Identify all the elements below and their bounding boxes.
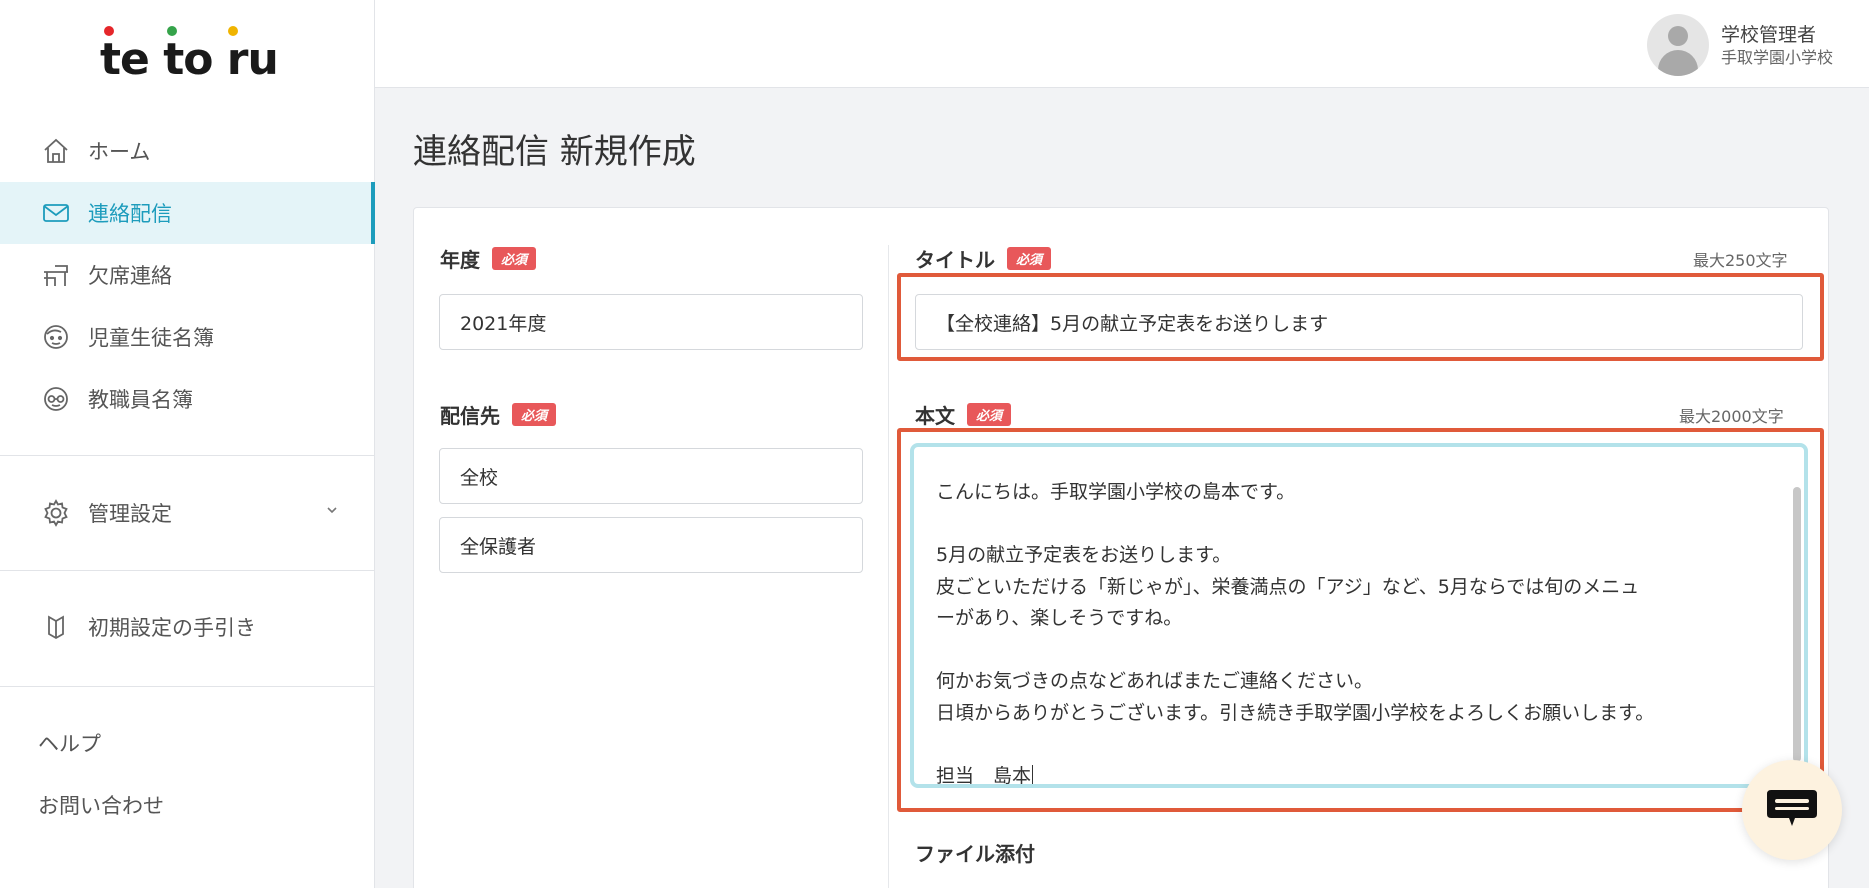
logo-text: te to ru [100,34,279,85]
sidebar-item-absence[interactable]: 欠席連絡 [0,244,375,306]
top-header: 学校管理者 手取学園小学校 [375,0,1869,88]
user-menu[interactable]: 学校管理者 手取学園小学校 [1646,14,1833,76]
sidebar-item-admin-settings[interactable]: 管理設定 [0,482,375,544]
required-badge: 必須 [967,403,1012,426]
gear-icon [40,497,72,529]
recipient-field[interactable]: 全校 [439,448,863,504]
sidebar-item-students[interactable]: 児童生徒名簿 [0,306,375,368]
recipient-field[interactable]: 全保護者 [439,517,863,573]
year-label-text: 年度 [440,248,480,272]
sidebar-item-label: 教職員名簿 [88,388,193,412]
mail-icon [40,197,72,229]
year-select[interactable]: 2021年度 [439,294,863,350]
sidebar-item-staff[interactable]: 教職員名簿 [0,368,375,430]
sidebar-item-setup-guide[interactable]: 初期設定の手引き [0,596,375,658]
user-school: 手取学園小学校 [1720,48,1833,67]
sidebar: te to ru ホーム 連絡配信 欠席連絡 児童生徒名簿 教職員名簿 管理設定… [0,0,375,888]
sidebar-item-home[interactable]: ホーム [0,120,375,182]
page-title: 連絡配信 新規作成 [413,132,696,172]
required-badge: 必須 [492,247,537,270]
sidebar-item-label: 欠席連絡 [88,264,172,288]
avatar-body [1657,50,1698,76]
home-icon [40,135,72,167]
column-divider [888,245,889,888]
title-label-text: タイトル [915,248,995,272]
chat-button[interactable] [1742,760,1842,860]
book-icon [40,611,72,643]
sidebar-divider [0,455,375,456]
recipients-label: 配信先 必須 [440,400,557,429]
body-highlight-box [897,428,1824,812]
year-label: 年度 必須 [440,244,537,273]
user-info: 学校管理者 手取学園小学校 [1721,22,1833,68]
title-label: タイトル 必須 [915,244,1052,273]
recipients-label-text: 配信先 [440,404,500,428]
chevron-down-icon [325,502,339,521]
sidebar-item-label: 児童生徒名簿 [88,326,214,350]
sidebar-item-label: 連絡配信 [88,202,172,226]
required-badge: 必須 [512,403,557,426]
teacher-face-icon [40,383,72,415]
avatar [1646,14,1709,76]
user-name: 学校管理者 [1720,24,1816,46]
help-link[interactable]: ヘルプ [38,728,101,758]
school-desk-icon [40,259,72,291]
body-label-text: 本文 [915,404,955,428]
sidebar-divider [0,570,375,571]
title-max-length: 最大250文字 [1693,251,1788,270]
contact-link[interactable]: お問い合わせ [38,790,164,820]
sidebar-item-label: 初期設定の手引き [88,616,256,640]
tetoru-logo[interactable]: te to ru [100,22,280,85]
body-label: 本文 必須 [915,400,1012,429]
sidebar-item-messages[interactable]: 連絡配信 [0,182,375,244]
attachment-label: ファイル添付 [915,842,1035,866]
chat-bubble-icon [1765,784,1819,836]
sidebar-item-label: ホーム [88,140,151,164]
sidebar-item-label: 管理設定 [88,502,172,526]
required-badge: 必須 [1007,247,1052,270]
sidebar-divider [0,686,375,687]
title-highlight-box [897,273,1824,361]
student-face-icon [40,321,72,353]
body-max-length: 最大2000文字 [1679,407,1784,426]
avatar-head [1667,26,1688,46]
sidebar-nav: ホーム 連絡配信 欠席連絡 児童生徒名簿 教職員名簿 [0,120,375,430]
